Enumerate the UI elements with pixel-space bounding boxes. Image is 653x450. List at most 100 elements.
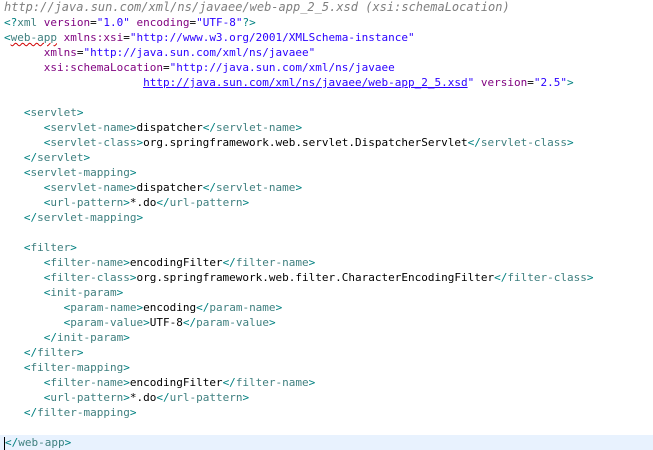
token-tag: servlet-class — [480, 136, 567, 149]
token-bracket: </ — [4, 151, 38, 164]
token-bracket: > — [242, 196, 250, 209]
token-val: "http://www.w3.org/2001/XMLSchema-instan… — [129, 31, 415, 44]
code-line[interactable]: </filter-mapping> — [4, 405, 653, 420]
code-line[interactable]: <?xml version="1.0" encoding="UTF-8"?> — [4, 15, 653, 30]
code-line[interactable]: </init-param> — [4, 330, 653, 345]
token-tag: init-param — [50, 286, 117, 299]
code-line[interactable]: <filter-mapping> — [4, 360, 653, 375]
token-bracket: < — [4, 391, 51, 404]
token-bracket: < — [4, 316, 71, 329]
token-bracket: </ — [202, 121, 216, 134]
code-line[interactable]: <url-pattern>*.do</url-pattern> — [4, 390, 653, 405]
code-line[interactable]: <param-name>encoding</param-name> — [4, 300, 653, 315]
token-bracket: </ — [156, 391, 170, 404]
token-bracket: </ — [196, 301, 210, 314]
token-attr: version — [37, 16, 91, 29]
token-bracket: > — [123, 361, 130, 374]
code-line[interactable]: <servlet-name>dispatcher</servlet-name> — [4, 180, 653, 195]
token-tag: filter-name — [50, 376, 124, 389]
token-val: "http://java.sun.com/xml/ns/javaee — [169, 61, 395, 74]
code-line[interactable]: </servlet> — [4, 150, 653, 165]
token-bracket: > — [76, 106, 84, 119]
token-bracket: < — [4, 241, 31, 254]
token-bracket: > — [586, 271, 594, 284]
code-line[interactable]: <url-pattern>*.do</url-pattern> — [4, 195, 653, 210]
code-line[interactable]: </servlet-mapping> — [4, 210, 653, 225]
token-tag: init-param — [56, 331, 124, 344]
token-bracket: > — [143, 316, 150, 329]
token-eq: = — [123, 31, 130, 44]
token-bracket: </ — [5, 436, 19, 449]
code-line[interactable]: <servlet-name>dispatcher</servlet-name> — [4, 120, 653, 135]
token-bracket: > — [123, 331, 130, 344]
token-tag: servlet-name — [215, 181, 296, 194]
token-tag: url-pattern — [50, 196, 124, 209]
token-tag: filter-name — [235, 256, 309, 269]
code-line[interactable] — [4, 225, 653, 240]
code-line[interactable]: xsi:schemaLocation="http://java.sun.com/… — [4, 60, 653, 75]
token-attr: encoding — [129, 16, 190, 29]
code-line[interactable]: <filter-name>encodingFilter</filter-name… — [4, 375, 653, 390]
token-attr: xmlns — [4, 46, 77, 59]
token-bracket: </ — [202, 181, 216, 194]
token-tag: servlet-name — [215, 121, 296, 134]
code-line[interactable]: xmlns="http://java.sun.com/xml/ns/javaee… — [4, 45, 653, 60]
token-tag: filter-class — [507, 271, 587, 284]
token-bracket: > — [129, 406, 137, 419]
code-line[interactable]: <servlet-mapping> — [4, 165, 653, 180]
token-tag: filter — [30, 241, 71, 254]
token-text: encodingFilter — [129, 376, 223, 389]
code-line[interactable]: <filter-name>encodingFilter</filter-name… — [4, 255, 653, 270]
token-bracket: > — [136, 211, 144, 224]
token-bracket: < — [4, 166, 31, 179]
token-text: org.springframework.web.servlet.Dispatch… — [143, 136, 468, 149]
token-bracket: < — [4, 301, 71, 314]
token-bracket: < — [4, 256, 51, 269]
token-val: "2.5" — [533, 76, 567, 89]
token-tag: filter-mapping — [37, 406, 130, 419]
code-line[interactable]: http://java.sun.com/xml/ns/javaee/web-ap… — [4, 75, 653, 90]
xml-editor[interactable]: <?xml version="1.0" encoding="UTF-8"?> <w… — [0, 15, 653, 450]
token-eq: = — [162, 61, 170, 74]
code-line[interactable] — [4, 420, 653, 435]
token-bracket: </ — [222, 376, 236, 389]
token-text: encodingFilter — [129, 256, 223, 269]
token-tag: filter-mapping — [30, 361, 124, 374]
token-attr: xsi:schemaLocation — [4, 61, 163, 74]
code-line[interactable]: <servlet-class>org.springframework.web.s… — [4, 135, 653, 150]
token-bracket: </ — [4, 346, 38, 359]
token-bracket: > — [275, 301, 283, 314]
token-bracket: </ — [4, 406, 38, 419]
code-line[interactable] — [4, 90, 653, 105]
token-bracket: > — [268, 316, 276, 329]
code-line[interactable]: <param-value>UTF-8</param-value> — [4, 315, 653, 330]
token-bracket: < — [4, 136, 51, 149]
token-bracket: < — [4, 31, 11, 44]
code-line[interactable]: <filter-class>org.springframework.web.fi… — [4, 270, 653, 285]
code-line[interactable]: <filter> — [4, 240, 653, 255]
code-line[interactable]: </web-app> — [0, 435, 653, 450]
token-bracket: > — [123, 376, 130, 389]
token-bracket: > — [70, 241, 77, 254]
token-bracket: < — [4, 271, 51, 284]
code-line[interactable]: </filter> — [4, 345, 653, 360]
token-tag: param-name — [70, 301, 137, 314]
code-line[interactable]: <web-app xmlns:xsi="http://www.w3.org/20… — [4, 30, 653, 45]
token-bracket: > — [295, 181, 303, 194]
token-val: "http://java.sun.com/xml/ns/javaee" — [83, 46, 316, 59]
token-bracket: > — [308, 376, 316, 389]
token-bracket: > — [129, 166, 137, 179]
code-line[interactable]: <servlet> — [4, 105, 653, 120]
token-bracket: > — [64, 436, 72, 449]
token-text: *.do — [129, 391, 157, 404]
token-bracket: </ — [494, 271, 508, 284]
token-bracket: ?> — [242, 16, 256, 29]
code-line[interactable]: <init-param> — [4, 285, 653, 300]
token-tag: filter-class — [50, 271, 130, 284]
token-bracket: </ — [156, 196, 170, 209]
token-tag: param-value — [70, 316, 144, 329]
token-bracket: </ — [4, 331, 57, 344]
token-eq: = — [527, 76, 534, 89]
token-bracket: > — [242, 391, 250, 404]
